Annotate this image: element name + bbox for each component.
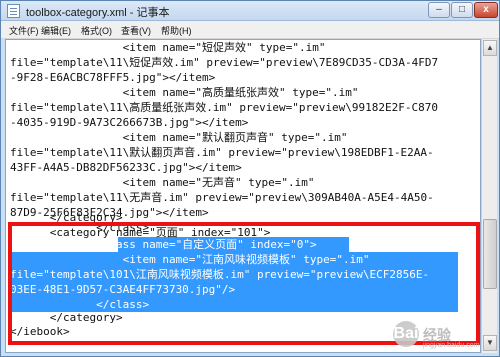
code-line: file="template\11\短促声效.im" preview="prev… <box>10 56 439 69</box>
menu-format[interactable]: 格式(O) <box>81 24 112 37</box>
menu-file[interactable]: 文件(F) <box>9 24 39 37</box>
notepad-icon <box>7 4 20 18</box>
code-line: <item name="无声音" type=".im" <box>10 176 315 189</box>
code-line: <item name="高质量纸张声效" type=".im" <box>10 86 359 99</box>
code-line: -9F28-E6ACBC78FFF5.jpg"></item> <box>10 71 216 84</box>
title-bar[interactable]: toolbox-category.xml - 记事本 – □ x <box>1 1 499 21</box>
code-line: -4035-919D-9A73C266673B.jpg"></item> <box>10 116 249 129</box>
vertical-scrollbar[interactable]: ▲ ▼ <box>481 39 497 353</box>
watermark-paw-icon: Bai <box>393 321 419 347</box>
menu-bar: 文件(F) 编辑(E) 格式(O) 查看(V) 帮助(H) <box>1 21 499 39</box>
menu-help[interactable]: 帮助(H) <box>161 24 192 37</box>
baidu-jingyan-watermark: Bai 经验 jingyan.baidu.com <box>393 319 493 353</box>
close-button[interactable]: x <box>474 2 498 18</box>
scroll-up-arrow-icon[interactable]: ▲ <box>483 40 497 56</box>
maximize-button[interactable]: □ <box>451 2 473 18</box>
code-line: file="template\11\无声音.im" preview="previ… <box>10 191 434 204</box>
scroll-thumb[interactable] <box>483 219 497 289</box>
menu-view[interactable]: 查看(V) <box>121 24 151 37</box>
window-title: toolbox-category.xml - 记事本 <box>26 7 170 19</box>
text-editor[interactable]: <item name="短促声效" type=".im" file="templ… <box>5 39 481 353</box>
watermark-url: jingyan.baidu.com <box>423 342 480 349</box>
code-line: 43FF-A4A5-DB82DF56233C.jpg"></item> <box>10 161 242 174</box>
code-line: file="template\11\高质量纸张声效.im" preview="p… <box>10 101 438 114</box>
code-line: <item name="默认翻页声音" type=".im" <box>10 131 348 144</box>
code-line: <item name="短促声效" type=".im" <box>10 41 326 54</box>
menu-edit[interactable]: 编辑(E) <box>41 24 71 37</box>
notepad-window: toolbox-category.xml - 记事本 – □ x 文件(F) 编… <box>0 0 500 357</box>
minimize-button[interactable]: – <box>428 2 450 18</box>
code-line: file="template\11\默认翻页声音.im" preview="pr… <box>10 146 434 159</box>
